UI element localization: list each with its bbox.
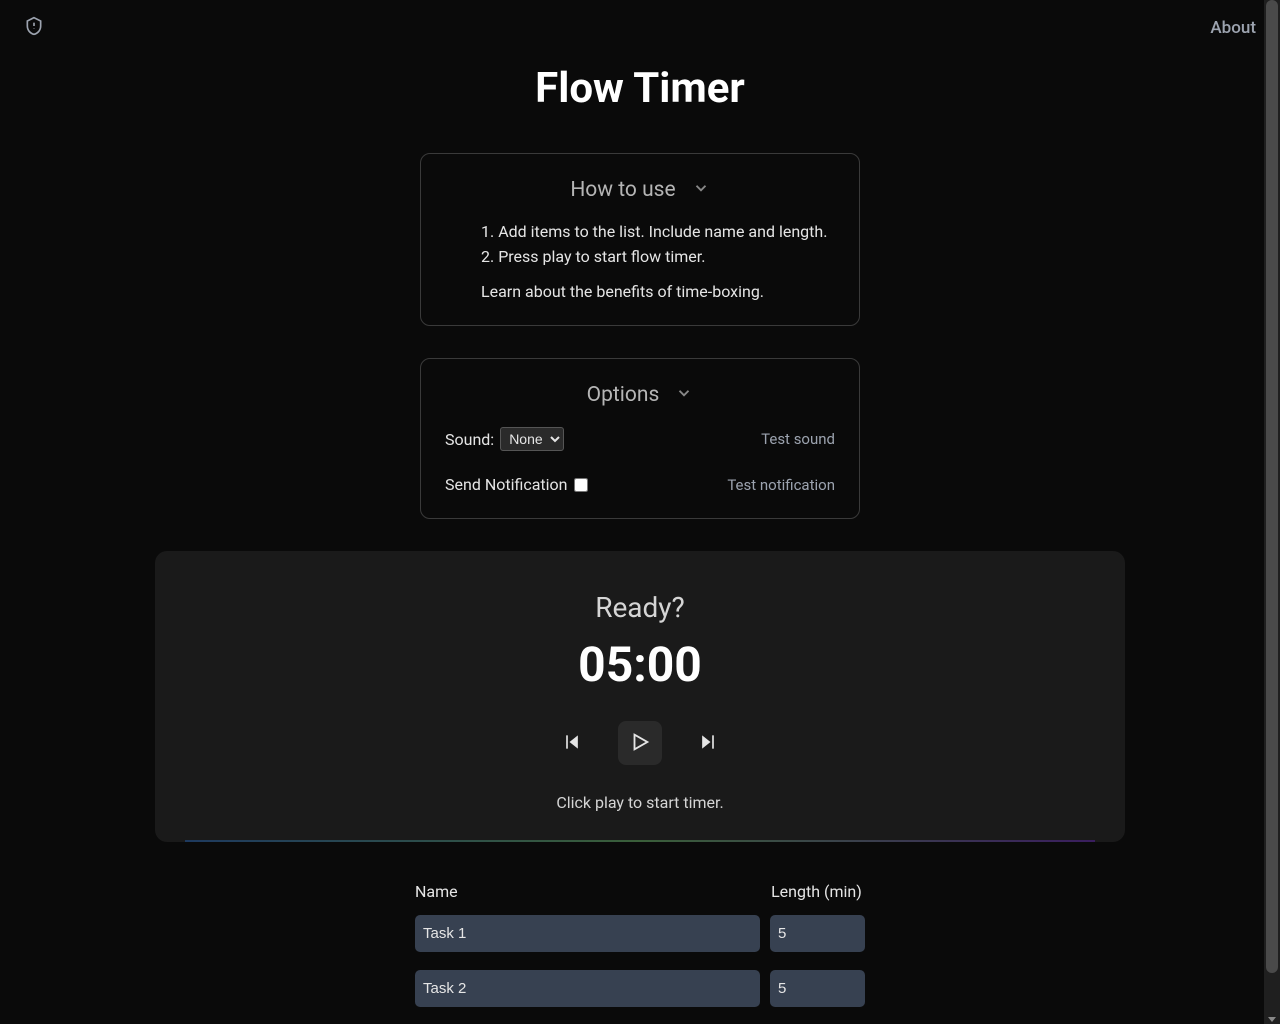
task-name-input[interactable] — [415, 970, 760, 1007]
chevron-down-icon — [692, 179, 710, 201]
task-row — [415, 970, 865, 1007]
notification-checkbox[interactable] — [574, 478, 588, 492]
scrollbar-thumb[interactable] — [1266, 0, 1278, 973]
learn-more-link[interactable]: Learn about the benefits of time-boxing. — [445, 282, 835, 301]
sound-label: Sound: — [445, 430, 494, 449]
notification-label: Send Notification — [445, 475, 568, 494]
page-title: Flow Timer — [0, 64, 1280, 113]
scrollbar-down-icon[interactable] — [1268, 1017, 1276, 1022]
how-to-use-header[interactable]: How to use — [445, 178, 835, 202]
task-name-header: Name — [415, 882, 761, 901]
timer-display: 05:00 — [185, 636, 1095, 693]
skip-forward-icon — [698, 732, 718, 755]
how-to-step: Press play to start flow timer. — [481, 247, 835, 266]
options-card: Options Sound: None Test sound Send Noti… — [420, 358, 860, 519]
task-length-header: Length (min) — [771, 882, 865, 901]
options-header[interactable]: Options — [445, 383, 835, 407]
timer-status: Ready? — [185, 591, 1095, 624]
scrollbar[interactable] — [1264, 0, 1280, 1024]
skip-back-icon — [562, 732, 582, 755]
task-length-input[interactable] — [770, 915, 865, 952]
options-title: Options — [587, 383, 660, 407]
play-icon — [629, 731, 651, 756]
task-name-input[interactable] — [415, 915, 760, 952]
task-row — [415, 915, 865, 952]
how-to-step: Add items to the list. Include name and … — [481, 222, 835, 241]
about-link[interactable]: About — [1210, 18, 1256, 38]
play-button[interactable] — [618, 721, 662, 765]
divider — [185, 840, 1095, 842]
task-length-input[interactable] — [770, 970, 865, 1007]
how-to-use-card: How to use Add items to the list. Includ… — [420, 153, 860, 326]
timer-panel: Ready? 05:00 — [155, 551, 1125, 842]
how-to-use-title: How to use — [570, 178, 675, 202]
logo-icon — [24, 16, 44, 40]
sound-select[interactable]: None — [500, 427, 564, 451]
test-notification-link[interactable]: Test notification — [727, 476, 835, 494]
previous-button[interactable] — [562, 732, 582, 755]
next-button[interactable] — [698, 732, 718, 755]
chevron-down-icon — [675, 384, 693, 406]
task-section: Name Length (min) — [415, 882, 865, 1007]
timer-hint: Click play to start timer. — [185, 793, 1095, 812]
test-sound-link[interactable]: Test sound — [761, 430, 835, 448]
